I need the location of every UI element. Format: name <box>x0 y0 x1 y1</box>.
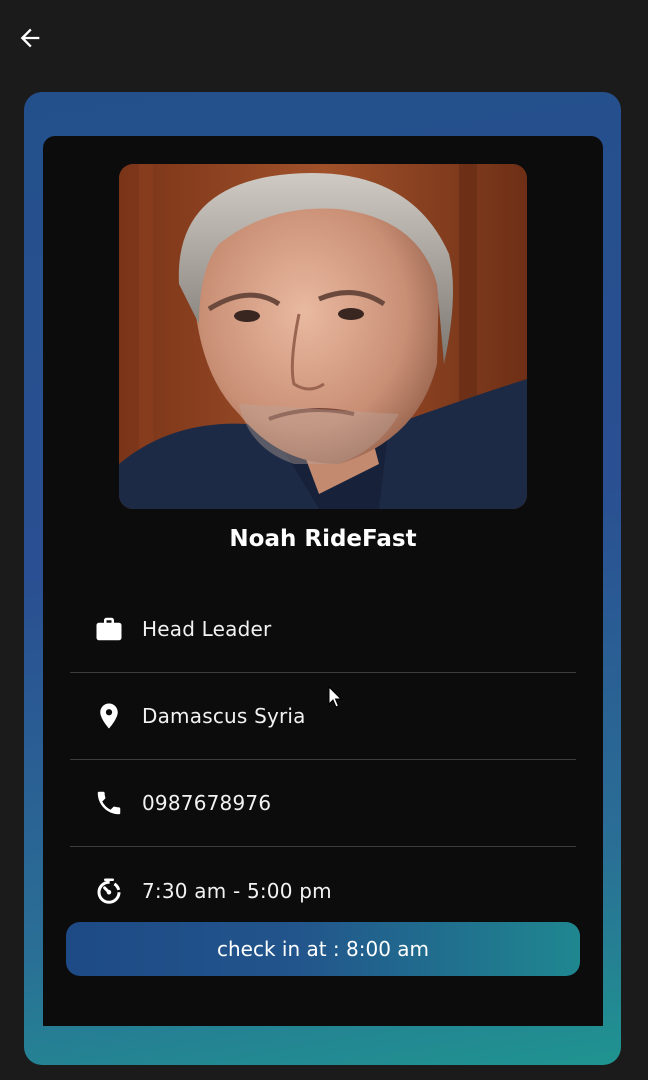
profile-photo <box>119 164 527 509</box>
info-row-phone: 0987678976 <box>70 760 576 847</box>
phone-text: 0987678976 <box>142 791 272 815</box>
arrow-left-icon <box>20 28 40 48</box>
back-button[interactable] <box>12 20 48 56</box>
location-text: Damascus Syria <box>142 704 306 728</box>
briefcase-icon <box>94 614 124 644</box>
mouse-cursor-icon <box>328 686 343 708</box>
profile-screen: Noah RideFast Head Leader Damascus Syria… <box>0 0 648 1080</box>
position-text: Head Leader <box>142 617 272 641</box>
location-pin-icon <box>94 701 124 731</box>
timer-icon <box>94 876 124 906</box>
info-row-position: Head Leader <box>70 586 576 673</box>
info-row-location: Damascus Syria <box>70 673 576 760</box>
profile-name: Noah RideFast <box>229 526 417 552</box>
check-in-button[interactable]: check in at : 8:00 am <box>66 922 580 976</box>
phone-icon <box>94 788 124 818</box>
hours-text: 7:30 am - 5:00 pm <box>142 879 332 903</box>
